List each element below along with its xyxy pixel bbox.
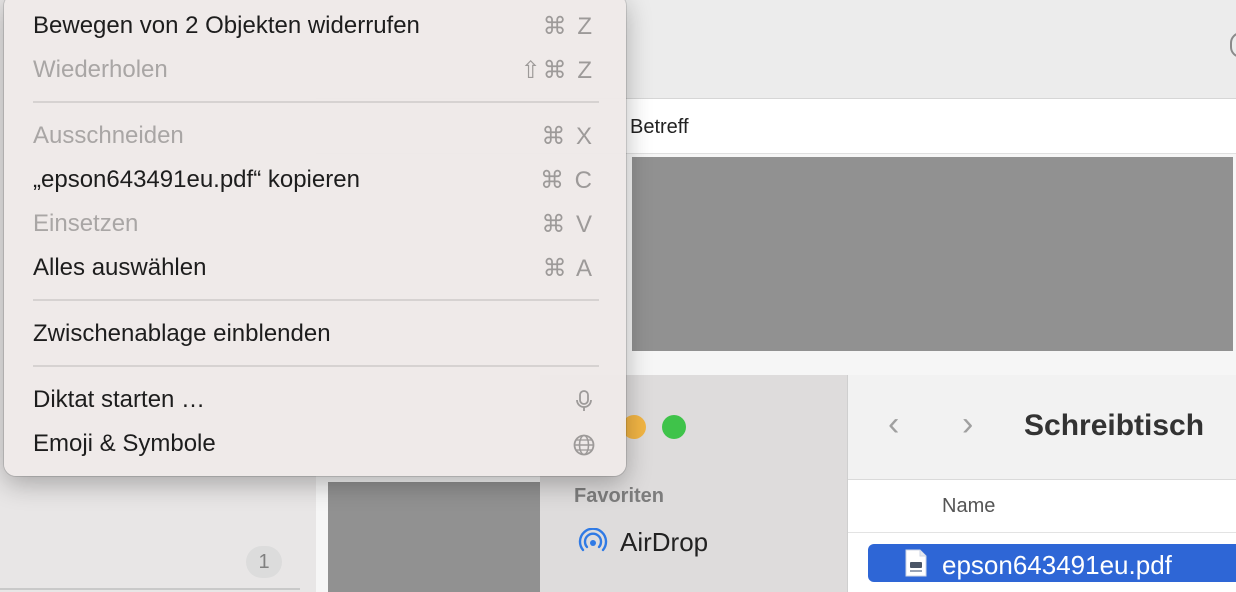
menu-shortcut: ⌘ C	[540, 167, 594, 194]
sidebar-divider	[0, 588, 300, 590]
edit-menu: Bewegen von 2 Objekten widerrufen ⌘ Z Wi…	[4, 0, 626, 476]
menu-separator	[33, 299, 599, 301]
menu-item-paste[interactable]: Einsetzen ⌘ V	[4, 203, 626, 247]
menu-item-label: Ausschneiden	[33, 122, 184, 149]
menu-separator	[33, 101, 599, 103]
menu-shortcut: ⇧⌘ Z	[520, 57, 594, 84]
file-name: epson643491eu.pdf	[942, 550, 1172, 580]
finder-content: ‹ › Schreibtisch Name epson643491eu.pdf	[848, 375, 1236, 592]
toolbar-button-partial[interactable]	[1230, 32, 1236, 58]
pdf-file-icon	[905, 549, 927, 577]
subject-column-header[interactable]: Betreff	[630, 116, 689, 139]
menu-item-label: Wiederholen	[33, 56, 168, 83]
globe-icon	[573, 434, 595, 456]
menu-item-start-dictation[interactable]: Diktat starten …	[4, 379, 626, 423]
finder-toolbar: ‹ › Schreibtisch	[848, 375, 1236, 480]
menu-item-redo[interactable]: Wiederholen ⇧⌘ Z	[4, 49, 626, 93]
window-title: Schreibtisch	[1024, 409, 1205, 442]
sidebar-item-label: AirDrop	[620, 527, 709, 557]
menu-item-label: „epson643491eu.pdf“ kopieren	[33, 166, 360, 193]
menu-item-select-all[interactable]: Alles auswählen ⌘ A	[4, 247, 626, 291]
menu-shortcut: ⌘ Z	[542, 13, 594, 40]
favorites-heading: Favoriten	[574, 485, 665, 507]
redacted-area	[632, 157, 1233, 351]
menu-item-label: Diktat starten …	[33, 386, 206, 413]
back-button[interactable]: ‹	[888, 407, 899, 441]
airdrop-icon	[578, 527, 608, 551]
sidebar-item-airdrop[interactable]: AirDrop	[578, 527, 708, 558]
menu-shortcut: ⌘ A	[542, 255, 594, 282]
menu-item-copy[interactable]: „epson643491eu.pdf“ kopieren ⌘ C	[4, 159, 626, 203]
menu-item-label: Emoji & Symbole	[33, 430, 216, 457]
menu-item-label: Bewegen von 2 Objekten widerrufen	[33, 12, 420, 39]
menu-item-label: Einsetzen	[33, 210, 139, 237]
unread-count-badge: 1	[246, 546, 282, 578]
forward-button[interactable]: ›	[962, 407, 973, 441]
column-header: Name	[848, 480, 1236, 533]
menu-separator	[33, 365, 599, 367]
file-row-selected[interactable]: epson643491eu.pdf	[868, 544, 1236, 582]
menu-shortcut: ⌘ V	[541, 211, 594, 238]
name-column-header[interactable]: Name	[942, 495, 995, 518]
menu-shortcut: ⌘ X	[541, 123, 594, 150]
menu-item-show-clipboard[interactable]: Zwischenablage einblenden	[4, 313, 626, 357]
menu-item-label: Alles auswählen	[33, 254, 207, 281]
zoom-button[interactable]	[662, 415, 686, 439]
finder-window: Favoriten AirDrop ‹ › Schreibtisch Name	[540, 375, 1236, 592]
menu-item-label: Zwischenablage einblenden	[33, 320, 331, 347]
microphone-icon	[576, 390, 592, 411]
menu-item-emoji-symbols[interactable]: Emoji & Symbole	[4, 423, 626, 467]
redacted-area	[328, 482, 540, 592]
menu-item-undo[interactable]: Bewegen von 2 Objekten widerrufen ⌘ Z	[4, 5, 626, 49]
menu-item-cut[interactable]: Ausschneiden ⌘ X	[4, 115, 626, 159]
